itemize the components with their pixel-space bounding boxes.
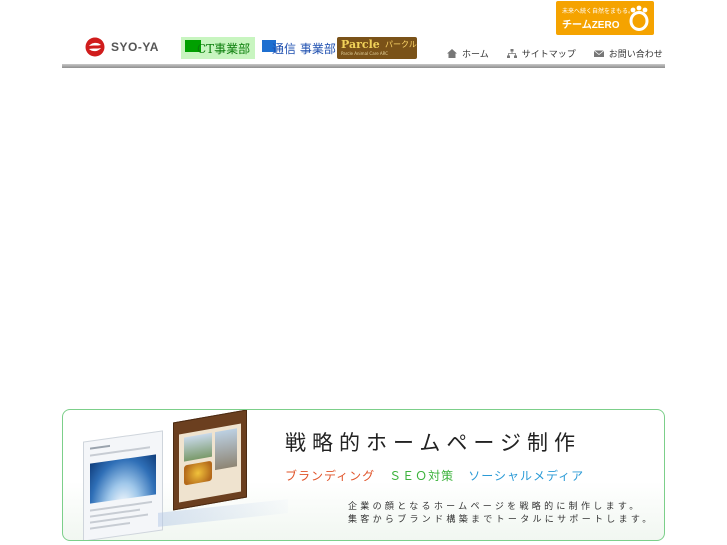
- sitemap-icon: [506, 49, 517, 58]
- tag-branding: ブランディング: [285, 469, 376, 483]
- syoya-mark-icon: [85, 37, 105, 57]
- tag-seo: ＳＥＯ対策: [389, 469, 455, 483]
- homepage-production-banner[interactable]: 戦略的ホームページ制作 ブランディング ＳＥＯ対策 ソーシャルメディア 企業の顔…: [62, 409, 665, 541]
- ict-logo-text: CT事業部: [197, 42, 251, 56]
- home-icon: [447, 49, 457, 58]
- parcle-logo-subtext: Parcle Animal Care ARC: [341, 51, 389, 56]
- syoya-logo[interactable]: SYO-YA: [85, 37, 159, 57]
- tag-social-media: ソーシャルメディア: [468, 469, 585, 483]
- nav-contact[interactable]: お問い合わせ: [593, 47, 663, 60]
- promo-description: 企業の顔となるホームページを戦略的に制作します。 集客からブランド構築までトータ…: [348, 501, 655, 527]
- nav-sitemap-label: サイトマップ: [521, 50, 576, 60]
- parcle-logo[interactable]: Parcle パークル Parcle Animal Care ARC: [337, 37, 417, 59]
- nav-home-label: ホーム: [462, 50, 489, 60]
- promo-desc-line-1: 企業の顔となるホームページを戦略的に制作します。: [348, 502, 642, 512]
- promo-title: 戦略的ホームページ制作: [285, 431, 581, 455]
- promo-tags: ブランディング ＳＥＯ対策 ソーシャルメディア: [285, 467, 584, 484]
- mail-icon: [593, 50, 604, 57]
- parcle-logo-kana: パークル: [385, 40, 417, 49]
- website-screenshot-brown: [173, 410, 247, 511]
- nav-home[interactable]: ホーム: [447, 47, 489, 60]
- team-zero-name: チームZERO: [562, 20, 620, 31]
- header-divider: [62, 64, 665, 68]
- team-zero-tagline: 未来へ続く自然をまもる。: [562, 8, 635, 15]
- nav-contact-label: お問い合わせ: [608, 50, 663, 60]
- tsushin-logo-text: 通信 事業部: [272, 42, 336, 56]
- ict-division-logo[interactable]: CT事業部: [181, 37, 255, 59]
- parcle-logo-text: Parcle: [341, 38, 380, 51]
- paw-icon: [629, 5, 649, 31]
- promo-desc-line-2: 集客からブランド構築までトータルにサポートします。: [348, 515, 655, 525]
- syoya-logo-text: SYO-YA: [111, 40, 159, 54]
- team-zero-banner[interactable]: 未来へ続く自然をまもる。 チームZERO: [556, 1, 654, 35]
- nav-sitemap[interactable]: サイトマップ: [506, 47, 576, 60]
- website-screenshot-blue: [83, 430, 163, 540]
- top-nav: ホーム サイトマップ お問い合わせ: [447, 47, 663, 60]
